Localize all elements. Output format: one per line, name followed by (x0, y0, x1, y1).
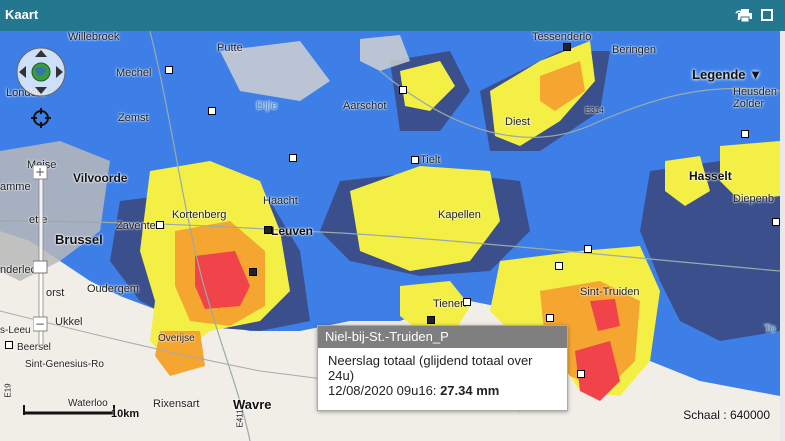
place-tongeren: To (764, 323, 776, 335)
station-marker[interactable] (165, 66, 173, 74)
place-sinttruiden: Sint-Truiden (580, 286, 640, 298)
station-marker[interactable] (264, 226, 272, 234)
crosshair-icon[interactable] (31, 108, 51, 128)
station-marker[interactable] (427, 316, 435, 324)
place-vilvoorde: Vilvoorde (73, 171, 128, 185)
road-e411: E411 (235, 409, 245, 428)
printer-icon[interactable] (735, 5, 755, 25)
place-diest: Diest (505, 116, 531, 128)
station-marker[interactable] (772, 218, 780, 226)
station-marker-selected[interactable] (577, 370, 585, 378)
popup-reading: 12/08/2020 09u16: 27.34 mm (328, 383, 557, 398)
place-ukkel: Ukkel (55, 316, 83, 328)
popup-datetime: 12/08/2020 09u16: (328, 383, 437, 398)
window-titlebar: Kaart ? (0, 0, 785, 31)
popup-metric-label: Neerslag totaal (glijdend totaal over 24… (328, 353, 533, 383)
station-marker[interactable] (546, 314, 554, 322)
popup-title: Niel-bij-St.-Truiden_P (318, 326, 567, 348)
place-putte: Putte (217, 42, 243, 54)
place-leuven: Leuven (271, 224, 314, 238)
station-marker[interactable] (208, 107, 216, 115)
popup-value: 27.34 mm (440, 383, 500, 398)
station-popup: Niel-bij-St.-Truiden_P Neerslag totaal (… (317, 325, 568, 411)
station-marker[interactable] (584, 245, 592, 253)
station-marker[interactable] (463, 298, 471, 306)
svg-text:−: − (35, 317, 45, 331)
place-kortenberg: Kortenberg (172, 209, 227, 221)
station-marker[interactable] (399, 86, 407, 94)
place-dijle: Dijle (256, 100, 278, 112)
place-overijse: Overijse (158, 333, 195, 344)
station-marker[interactable] (5, 341, 13, 349)
station-marker[interactable] (156, 221, 164, 229)
place-heusden: Heusden (733, 86, 778, 98)
map-scale-text: Schaal : 640000 (683, 408, 770, 422)
place-kapellen: Kapellen (438, 209, 481, 221)
place-zemst: Zemst (118, 112, 149, 124)
place-tielt: Tielt (420, 154, 441, 166)
place-leeuw: s-Leeu (0, 325, 31, 336)
station-marker[interactable] (555, 262, 563, 270)
place-diepenbeek: Diepenb (733, 193, 774, 205)
station-marker[interactable] (289, 154, 297, 162)
place-mechelen: Mechel (116, 67, 152, 79)
map-window: Kaart ? (0, 0, 785, 441)
legend-toggle[interactable]: Legende ▼ (692, 67, 762, 82)
popup-body: Neerslag totaal (glijdend totaal over 24… (318, 348, 567, 403)
scale-label: 10km (111, 408, 140, 420)
place-rixensart: Rixensart (153, 398, 200, 410)
place-brussel: Brussel (55, 232, 103, 247)
place-zolder: Zolder (733, 98, 765, 110)
road-e19: E19 (3, 383, 13, 398)
place-willebroek: Willebroek (68, 31, 120, 43)
place-tessenderlo: Tessenderlo (532, 31, 592, 43)
maximize-icon[interactable] (757, 5, 777, 25)
zoom-slider[interactable]: + − (32, 164, 49, 365)
station-marker[interactable] (563, 43, 571, 51)
place-amme: amme (0, 181, 31, 193)
window-title: Kaart (5, 7, 39, 22)
place-oudergem: Oudergem (87, 283, 139, 295)
place-hasselt: Hasselt (689, 169, 732, 183)
place-haacht: Haacht (263, 195, 298, 207)
road-e314: E314 (585, 106, 604, 115)
map-border (780, 31, 785, 441)
place-aarschot: Aarschot (343, 100, 387, 112)
place-beringen: Beringen (612, 44, 657, 56)
pan-control (15, 46, 67, 98)
station-marker[interactable] (741, 130, 749, 138)
station-marker[interactable] (249, 268, 257, 276)
station-marker[interactable] (411, 156, 419, 164)
map-canvas[interactable]: Willebroek Tessenderlo Putte Mechel Beri… (0, 31, 780, 441)
place-tienen: Tienen (433, 298, 467, 310)
svg-text:+: + (35, 165, 45, 179)
